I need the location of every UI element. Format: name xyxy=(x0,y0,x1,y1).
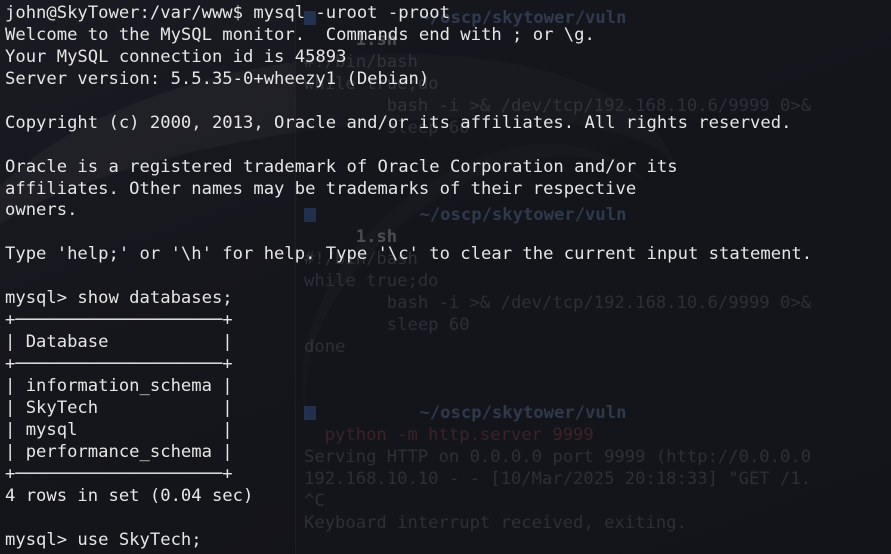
table-row: | performance_schema | xyxy=(5,441,233,462)
shell-command-line: john@SkyTower:/var/www$ mysql -uroot -pr… xyxy=(5,3,450,23)
terminal-output[interactable]: john@SkyTower:/var/www$ mysql -uroot -pr… xyxy=(5,3,812,551)
server-version-line: Server version: 5.5.35-0+wheezy1 (Debian… xyxy=(5,68,430,89)
trademark-line: affiliates. Other names may be trademark… xyxy=(5,178,637,199)
trademark-line: Oracle is a registered trademark of Orac… xyxy=(5,156,678,177)
help-hint-line: Type 'help;' or '\h' for help. Type '\c'… xyxy=(5,244,813,265)
mysql-command-use-db: mysql> use SkyTech; xyxy=(5,529,202,550)
table-border: +────────────────────+ xyxy=(5,354,233,374)
table-header: | Database | xyxy=(5,332,233,353)
table-border: +────────────────────+ xyxy=(5,310,233,331)
trademark-line: owners. xyxy=(5,200,78,221)
connection-id-line: Your MySQL connection id is 45893 xyxy=(5,46,347,67)
copyright-line: Copyright (c) 2000, 2013, Oracle and/or … xyxy=(5,112,792,133)
table-row: | information_schema | xyxy=(5,375,233,396)
terminal-window[interactable]: ~/oscp/skytower/vuln 1.sh #!/bin/bash whil… xyxy=(0,0,891,554)
table-row: | mysql | xyxy=(5,419,233,440)
table-row: | SkyTech | xyxy=(5,397,233,418)
mysql-command-show-databases: mysql> show databases; xyxy=(5,288,233,309)
rows-in-set-line: 4 rows in set (0.04 sec) xyxy=(5,485,254,506)
table-border: +────────────────────+ xyxy=(5,463,233,484)
mysql-welcome-line: Welcome to the MySQL monitor. Commands e… xyxy=(5,24,595,45)
